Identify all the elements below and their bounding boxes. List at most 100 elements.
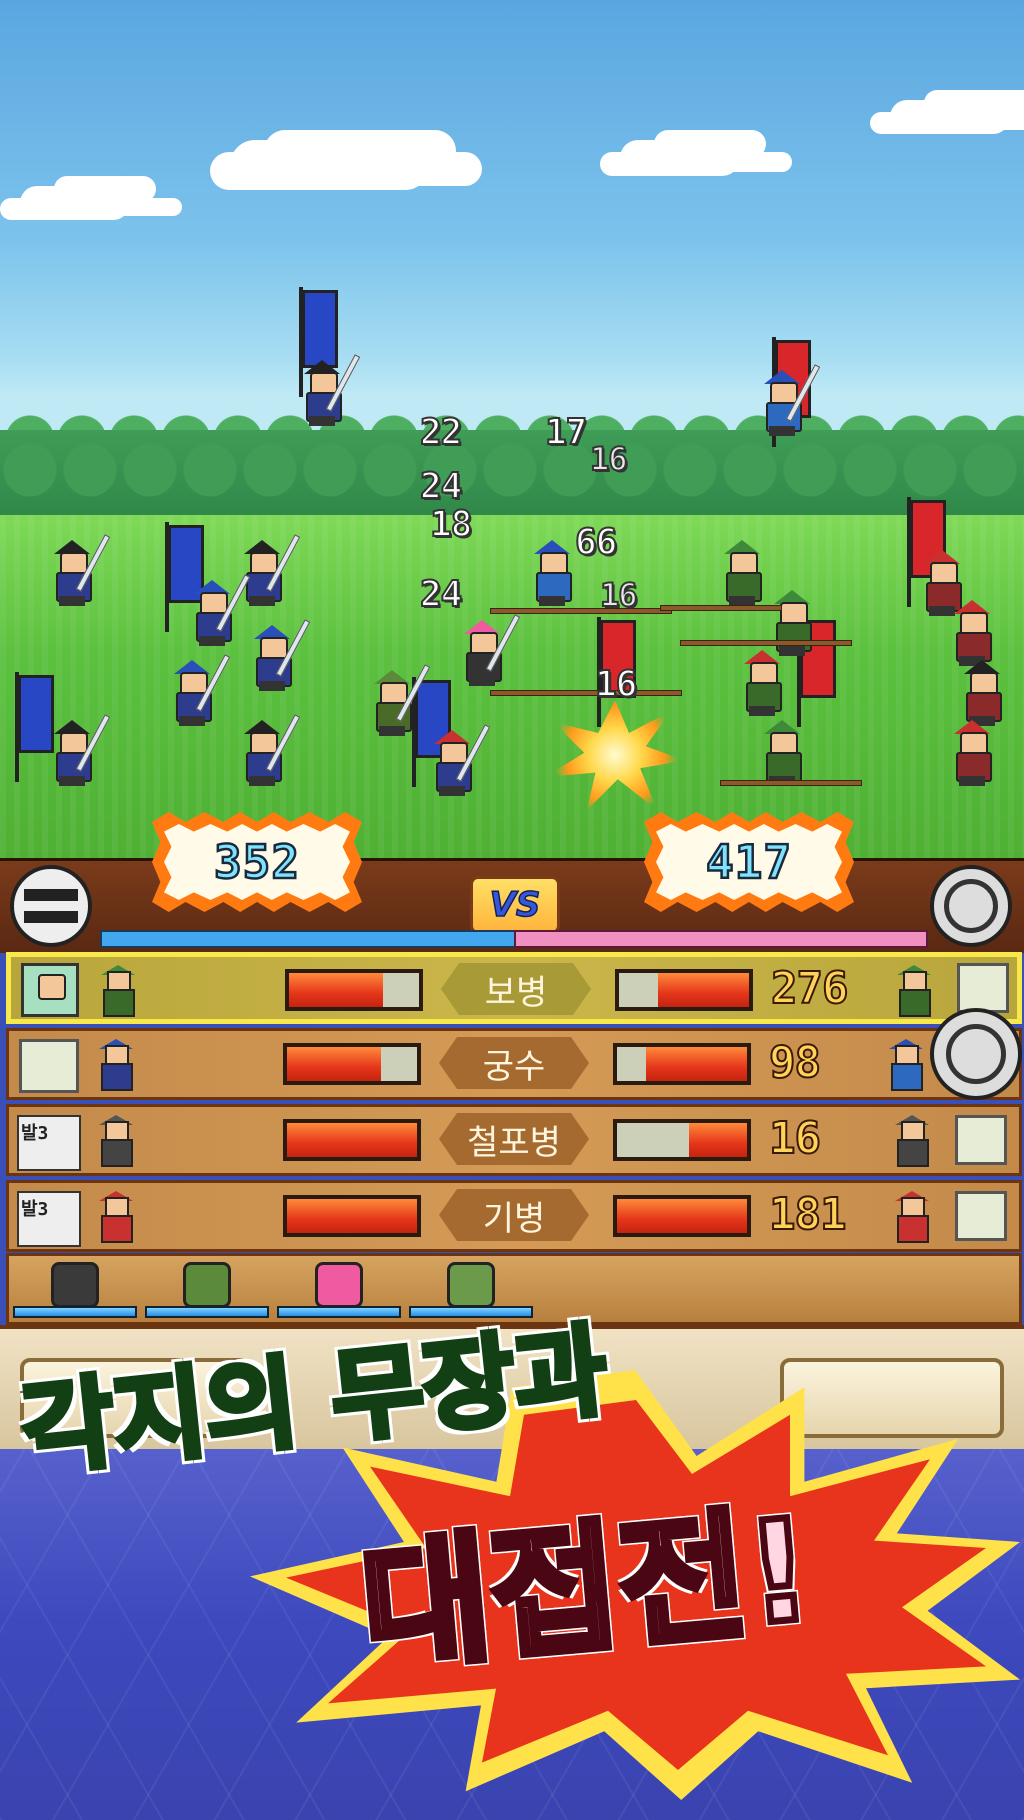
left-unit-hp-bar xyxy=(283,1195,421,1237)
damage-number: 66 xyxy=(574,521,618,564)
grass-field xyxy=(0,515,1024,858)
hp-fill xyxy=(287,1199,417,1233)
general-portrait xyxy=(21,963,79,1017)
soldier-left xyxy=(50,714,111,786)
general-slot-empty[interactable] xyxy=(957,963,1009,1013)
soldier-right xyxy=(760,720,804,786)
right-unit-hp-bar xyxy=(613,1195,751,1237)
general-slot-empty[interactable] xyxy=(955,1115,1007,1165)
gunner-unit-icon xyxy=(93,1115,139,1167)
hp-fill xyxy=(287,1123,417,1157)
right-unit-count: 98 xyxy=(768,1036,822,1089)
damage-number: 22 xyxy=(419,411,463,454)
unit-row-gunner[interactable]: 발3 1 철포병 16 xyxy=(6,1104,1022,1176)
soldier-right xyxy=(770,590,814,656)
general-slot-empty[interactable] xyxy=(19,1039,79,1093)
soldier-left xyxy=(240,714,301,786)
soldier-right xyxy=(530,540,574,606)
soldier-right xyxy=(720,540,764,606)
cavalry-unit-icon xyxy=(93,1191,139,1243)
damage-number: 17 xyxy=(544,411,588,454)
cloud xyxy=(890,100,1010,134)
right-general-crest-icon[interactable] xyxy=(930,1008,1022,1100)
spear xyxy=(680,640,852,646)
right-unit-hp-bar xyxy=(615,969,753,1011)
right-army-strength-bar xyxy=(514,930,928,948)
hp-fill xyxy=(289,973,383,1007)
left-unit-hp-bar xyxy=(285,969,423,1011)
forest-band xyxy=(0,430,1024,520)
cavalry-unit-icon xyxy=(889,1191,935,1243)
hp-fill xyxy=(658,973,749,1007)
right-army-total-badge: 417 xyxy=(644,812,854,912)
hp-fill xyxy=(287,1047,381,1081)
battlefield-scene: 22 17 16 24 18 66 24 16 16 xyxy=(0,0,1024,858)
vs-label: VS xyxy=(470,876,560,934)
unit-row-cavalry[interactable]: 발3 94 기병 181 xyxy=(6,1180,1022,1252)
soldier-left xyxy=(170,654,231,726)
right-unit-hp-bar xyxy=(613,1119,751,1161)
left-unit-hp-bar xyxy=(283,1119,421,1161)
soldier-left xyxy=(240,534,301,606)
banner-blue xyxy=(15,672,54,782)
soldier-left xyxy=(50,534,111,606)
unit-type-label: 철포병 xyxy=(439,1113,589,1165)
unit-row-infantry[interactable]: 119 보병 276 xyxy=(6,952,1022,1024)
right-unit-hp-bar xyxy=(613,1043,751,1085)
damage-number: 24 xyxy=(419,465,463,508)
general-left xyxy=(460,614,521,686)
soldier-left xyxy=(250,619,311,691)
general-card[interactable] xyxy=(13,1258,137,1322)
right-unit-count: 181 xyxy=(768,1188,848,1241)
soldier-right xyxy=(950,600,994,666)
left-army-total-badge: 352 xyxy=(152,812,362,912)
cloud xyxy=(20,186,130,220)
left-army-total: 352 xyxy=(213,834,301,891)
hp-fill xyxy=(688,1123,747,1157)
soldier-left xyxy=(300,354,361,426)
damage-number: 16 xyxy=(599,575,638,615)
general-card[interactable] xyxy=(145,1258,269,1322)
unit-type-label: 기병 xyxy=(439,1189,589,1241)
unit-tag-badge: 발3 xyxy=(17,1191,81,1247)
general-left xyxy=(370,664,431,736)
spear xyxy=(490,690,682,696)
unit-row-archer[interactable]: 104 궁수 98 xyxy=(6,1028,1022,1100)
soldier-right xyxy=(960,660,1004,726)
damage-number: 24 xyxy=(419,573,463,616)
general-slot-empty[interactable] xyxy=(955,1191,1007,1241)
unit-type-label: 궁수 xyxy=(439,1037,589,1089)
soldier-left xyxy=(190,574,251,646)
soldier-right xyxy=(740,650,784,716)
hp-fill xyxy=(617,1199,747,1233)
soldier-left xyxy=(430,724,491,796)
soldier-right xyxy=(760,364,821,436)
banner-blue xyxy=(299,287,338,397)
infantry-unit-icon xyxy=(891,965,937,1017)
left-clan-crest-icon[interactable] xyxy=(10,865,92,947)
damage-number: 18 xyxy=(429,503,473,546)
spear xyxy=(490,608,672,614)
right-unit-count: 16 xyxy=(768,1112,822,1165)
general-gauge xyxy=(145,1306,269,1318)
archer-unit-icon xyxy=(93,1039,139,1091)
cloud xyxy=(620,140,740,176)
archer-unit-icon xyxy=(883,1039,929,1091)
right-army-total: 417 xyxy=(705,834,793,891)
damage-number: 16 xyxy=(589,439,628,479)
left-unit-hp-bar xyxy=(283,1043,421,1085)
general-gauge xyxy=(13,1306,137,1318)
damage-number: 16 xyxy=(594,663,638,706)
spear xyxy=(660,605,782,611)
spear xyxy=(720,780,862,786)
soldier-right xyxy=(950,720,994,786)
command-button-right[interactable] xyxy=(780,1358,1004,1438)
infantry-unit-icon xyxy=(95,965,141,1017)
right-clan-crest-icon[interactable] xyxy=(930,865,1012,947)
unit-type-label: 보병 xyxy=(441,963,591,1015)
cloud xyxy=(230,140,430,190)
gunner-unit-icon xyxy=(889,1115,935,1167)
right-unit-count: 276 xyxy=(770,962,850,1015)
unit-tag-badge: 발3 xyxy=(17,1115,81,1171)
left-army-strength-bar xyxy=(100,930,518,948)
